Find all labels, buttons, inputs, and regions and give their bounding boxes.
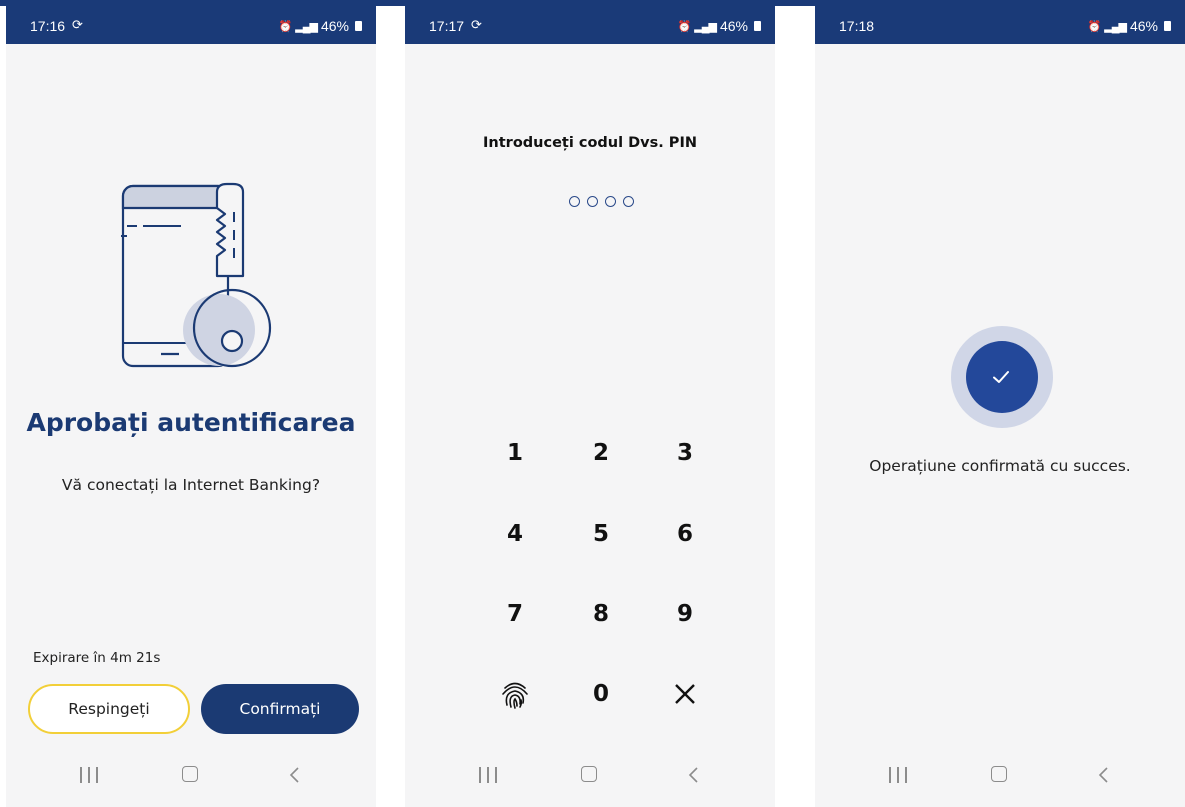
approve-login-screen: 17:16 ⟳ ⏰ ▂▄▆ 46% Aprobați autentificare…: [6, 6, 376, 807]
keypad-key-5[interactable]: 5: [571, 514, 631, 554]
back-icon[interactable]: [687, 767, 699, 783]
battery-icon: [1164, 21, 1171, 31]
keypad-key-3[interactable]: 3: [655, 433, 715, 473]
checkmark-icon: [993, 371, 1009, 383]
keypad-key-8[interactable]: 8: [571, 594, 631, 634]
pin-entry-screen: 17:17 ⟳ ⏰ ▂▄▆ 46% Introduceți codul Dvs.…: [405, 6, 775, 807]
alarm-icon: ⏰: [278, 20, 293, 33]
delete-icon[interactable]: [655, 674, 715, 714]
expiry-timer: Expirare în 4m 21s: [33, 650, 161, 666]
keypad-key-4[interactable]: 4: [485, 514, 545, 554]
pin-dot: [605, 196, 616, 207]
status-time: 17:17: [429, 18, 465, 34]
battery-icon: [355, 21, 362, 31]
back-icon[interactable]: [1097, 767, 1109, 783]
system-nav-bar: [6, 745, 376, 807]
pin-dot: [569, 196, 580, 207]
recent-apps-icon[interactable]: [889, 767, 907, 783]
keypad-key-7[interactable]: 7: [485, 594, 545, 634]
recent-apps-icon[interactable]: [80, 767, 98, 783]
keypad-key-2[interactable]: 2: [571, 433, 631, 473]
keypad-key-1[interactable]: 1: [485, 433, 545, 473]
battery-text: 46%: [719, 18, 748, 34]
back-icon[interactable]: [288, 767, 300, 783]
signal-icon: ▂▄▆: [694, 20, 717, 33]
alarm-icon: ⏰: [1087, 20, 1102, 33]
pin-prompt: Introduceți codul Dvs. PIN: [483, 135, 697, 151]
recent-apps-icon[interactable]: [479, 767, 497, 783]
page-title: Aprobați autentificarea: [26, 408, 356, 437]
system-nav-bar: [815, 745, 1185, 807]
alarm-icon: ⏰: [677, 20, 692, 33]
sync-icon: ⟳: [471, 17, 482, 32]
status-time: 17:18: [839, 18, 875, 34]
fingerprint-icon[interactable]: [485, 674, 545, 714]
pin-indicator: [569, 196, 634, 207]
battery-text: 46%: [1129, 18, 1158, 34]
home-icon[interactable]: [581, 766, 597, 782]
status-bar: 17:18 ⏰ ▂▄▆ 46%: [815, 6, 1185, 44]
status-bar: 17:17 ⟳ ⏰ ▂▄▆ 46%: [405, 6, 775, 44]
success-screen: 17:18 ⏰ ▂▄▆ 46% Operațiune confirmată cu…: [815, 6, 1185, 807]
system-nav-bar: [405, 745, 775, 807]
home-icon[interactable]: [991, 766, 1007, 782]
keypad-key-0[interactable]: 0: [571, 674, 631, 714]
home-icon[interactable]: [182, 766, 198, 782]
signal-icon: ▂▄▆: [1104, 20, 1127, 33]
sync-icon: ⟳: [72, 17, 83, 32]
battery-icon: [754, 21, 761, 31]
reject-button[interactable]: Respingeți: [28, 684, 190, 734]
pin-dot: [587, 196, 598, 207]
pin-dot: [623, 196, 634, 207]
signal-icon: ▂▄▆: [295, 20, 318, 33]
phone-key-illustration: [121, 182, 272, 368]
battery-text: 46%: [320, 18, 349, 34]
success-message: Operațiune confirmată cu succes.: [869, 457, 1131, 475]
confirm-button[interactable]: Confirmați: [201, 684, 359, 734]
keypad-key-9[interactable]: 9: [655, 594, 715, 634]
status-time: 17:16: [30, 18, 66, 34]
keypad-key-6[interactable]: 6: [655, 514, 715, 554]
login-question: Vă conectați la Internet Banking?: [61, 476, 321, 494]
status-bar: 17:16 ⟳ ⏰ ▂▄▆ 46%: [6, 6, 376, 44]
